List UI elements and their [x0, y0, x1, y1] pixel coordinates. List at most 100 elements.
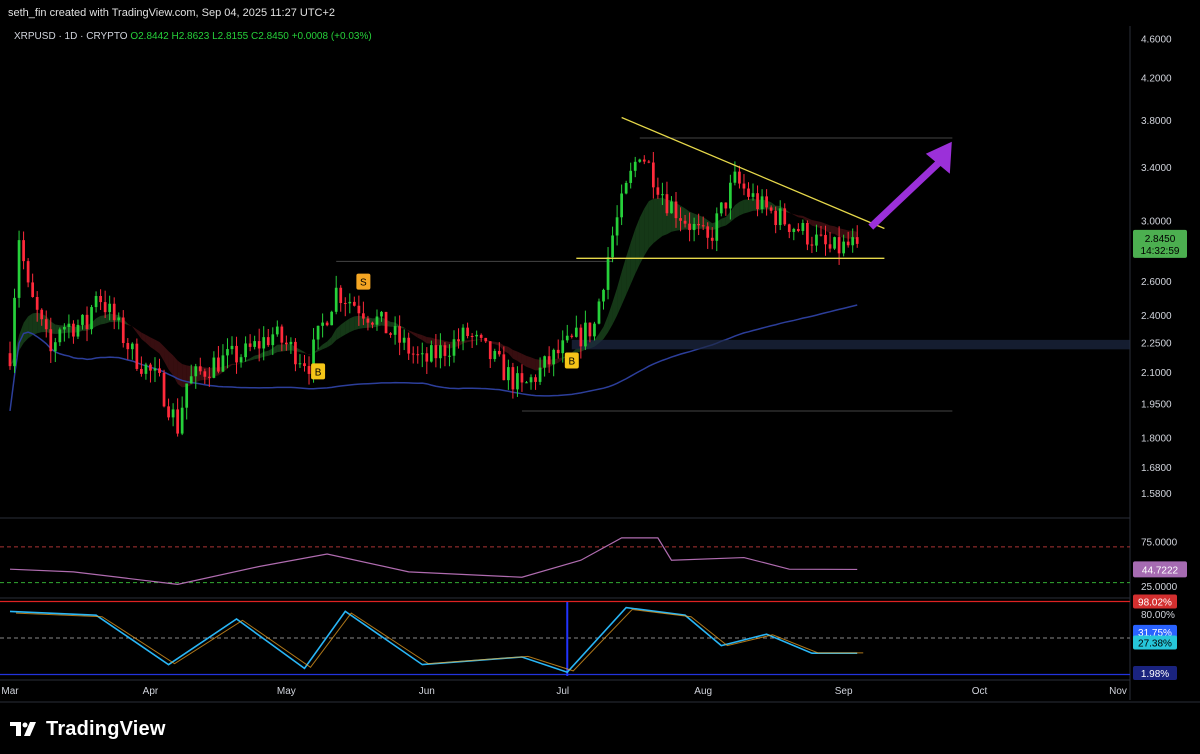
candle-body	[130, 343, 134, 350]
candle-body	[99, 295, 102, 303]
candle-body	[674, 201, 678, 219]
candle-body	[343, 303, 347, 305]
support-zone	[571, 339, 1130, 350]
price-tick-label: 1.9500	[1141, 399, 1172, 410]
candle-body	[475, 334, 479, 337]
candle-body	[212, 357, 216, 378]
candle-body	[688, 223, 691, 231]
rsi-value: 44.7222	[1142, 565, 1179, 576]
candle-body	[706, 226, 710, 238]
candle-body	[484, 337, 488, 342]
time-tick-label: Mar	[1, 686, 19, 697]
candle-body	[371, 322, 374, 325]
candle-body	[330, 311, 334, 326]
candle-body	[94, 295, 98, 308]
candle-body	[108, 303, 112, 313]
candle-body	[511, 367, 515, 390]
candle-body	[538, 367, 542, 382]
stoch-tick-label: 80.00%	[1141, 610, 1175, 621]
candle-body	[552, 349, 556, 365]
candle-body	[656, 187, 660, 195]
price-tick-label: 2.2500	[1141, 339, 1172, 350]
candle-body	[49, 329, 53, 352]
candle-body	[502, 354, 506, 381]
ema-ribbon-segment	[277, 344, 282, 353]
candle-body	[851, 237, 855, 246]
candle-body	[615, 217, 619, 236]
ema-ribbon-segment	[830, 225, 835, 234]
ema-ribbon-segment	[653, 198, 658, 244]
candle-body	[294, 341, 297, 365]
candle-body	[90, 307, 93, 330]
ema-ribbon-segment	[721, 217, 726, 227]
stoch-value: 98.02%	[1138, 598, 1172, 609]
candle-body	[448, 355, 451, 357]
candle-body	[810, 244, 814, 246]
candle-body	[253, 341, 257, 347]
candle-body	[257, 341, 261, 349]
candle-body	[362, 313, 365, 319]
candle-body	[416, 354, 420, 356]
candle-body	[35, 296, 39, 310]
candle-body	[593, 323, 596, 337]
candle-body	[402, 337, 406, 343]
candle-body	[244, 343, 247, 358]
stoch-value: 1.98%	[1141, 669, 1169, 680]
candle-body	[738, 171, 741, 184]
time-tick-label: Oct	[972, 686, 988, 697]
candle-body	[380, 311, 383, 317]
bar-countdown: 14:32:59	[1141, 246, 1180, 257]
candle-body	[248, 343, 252, 347]
candle-body	[384, 311, 388, 334]
candle-body	[198, 366, 202, 372]
candle-body	[457, 339, 460, 342]
candle-body	[207, 376, 211, 378]
ema-ribbon-segment	[177, 360, 183, 388]
candle-body	[778, 208, 782, 226]
candle-body	[140, 368, 143, 374]
candle-body	[692, 223, 696, 231]
candle-body	[126, 343, 130, 350]
ema-ribbon-segment	[739, 199, 744, 216]
chart-canvas[interactable]: XRPUSD · 1D · CRYPTO O2.8442 H2.8623 L2.…	[0, 0, 1200, 754]
candle-body	[833, 237, 836, 249]
ema-ribbon-segment	[286, 344, 291, 351]
candle-body	[230, 345, 234, 350]
candle-body	[316, 325, 320, 340]
candle-body	[661, 194, 664, 196]
ema-ribbon-segment	[639, 208, 645, 265]
candle-body	[525, 382, 528, 384]
candle-body	[679, 218, 682, 221]
candle-body	[189, 376, 193, 384]
ema-ribbon-segment	[843, 229, 849, 239]
candle-body	[40, 309, 44, 320]
candle-body	[112, 303, 116, 321]
candle-body	[584, 322, 587, 347]
candle-body	[63, 326, 66, 330]
candle-body	[185, 383, 189, 408]
candle-body	[85, 314, 89, 330]
candle-body	[44, 319, 48, 330]
ema-ribbon-segment	[100, 315, 106, 325]
candle-body	[493, 350, 497, 360]
time-tick-label: Nov	[1109, 686, 1127, 697]
candle-body	[488, 341, 492, 360]
candle-body	[393, 326, 397, 335]
candle-body	[774, 210, 778, 226]
ema-ribbon-segment	[526, 355, 532, 369]
candle-body	[239, 357, 243, 363]
candle-body	[787, 224, 791, 233]
candle-body	[280, 326, 284, 343]
candle-body	[285, 342, 288, 345]
candle-body	[298, 363, 302, 365]
candle-body	[842, 241, 845, 254]
candle-body	[760, 196, 764, 210]
candle-body	[606, 257, 610, 290]
candle-body	[801, 222, 805, 231]
candle-body	[203, 371, 207, 377]
candle-body	[434, 345, 438, 359]
footer-logo[interactable]: TradingView	[10, 714, 166, 744]
candle-body	[398, 326, 401, 343]
candle-body	[747, 188, 750, 197]
price-tick-label: 2.4000	[1141, 311, 1172, 322]
